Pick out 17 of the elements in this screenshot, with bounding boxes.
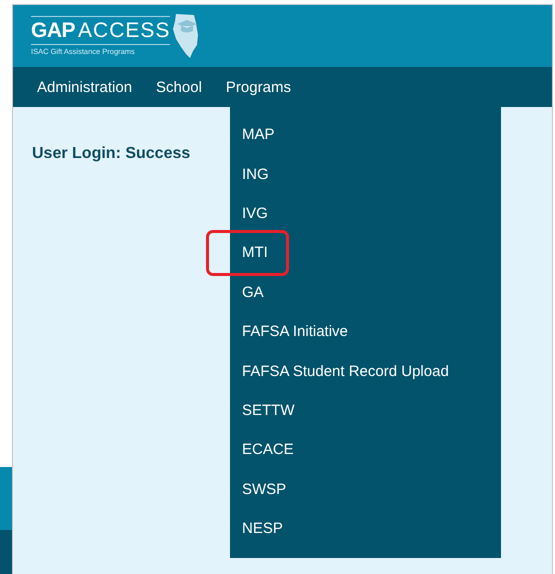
dropdown-item[interactable]: ING	[230, 154, 501, 194]
dropdown-item[interactable]: NESP	[230, 508, 501, 548]
login-message: User Login: Success	[32, 145, 192, 163]
state-map-icon	[172, 13, 200, 59]
nav-menu-item[interactable]: Administration	[37, 67, 144, 107]
dropdown-item[interactable]: GA	[230, 272, 501, 312]
dropdown-item[interactable]: MAP	[230, 115, 501, 154]
dropdown-item[interactable]: FAFSA Student Record Upload	[230, 351, 501, 391]
dropdown-item[interactable]: IVG	[230, 194, 501, 234]
dropdown-item[interactable]: SWSP	[230, 470, 501, 509]
nav-menu-item[interactable]: Programs	[226, 67, 303, 107]
dropdown-item[interactable]: SETTW	[230, 390, 501, 430]
logo-title: GAPACCESS	[31, 20, 170, 45]
nav-menu-item[interactable]: School	[156, 67, 214, 107]
dropdown-item[interactable]: MTI	[230, 233, 501, 273]
dropdown-item[interactable]: FAFSA Initiative	[230, 312, 501, 352]
dropdown-item[interactable]: ECACE	[230, 430, 501, 470]
